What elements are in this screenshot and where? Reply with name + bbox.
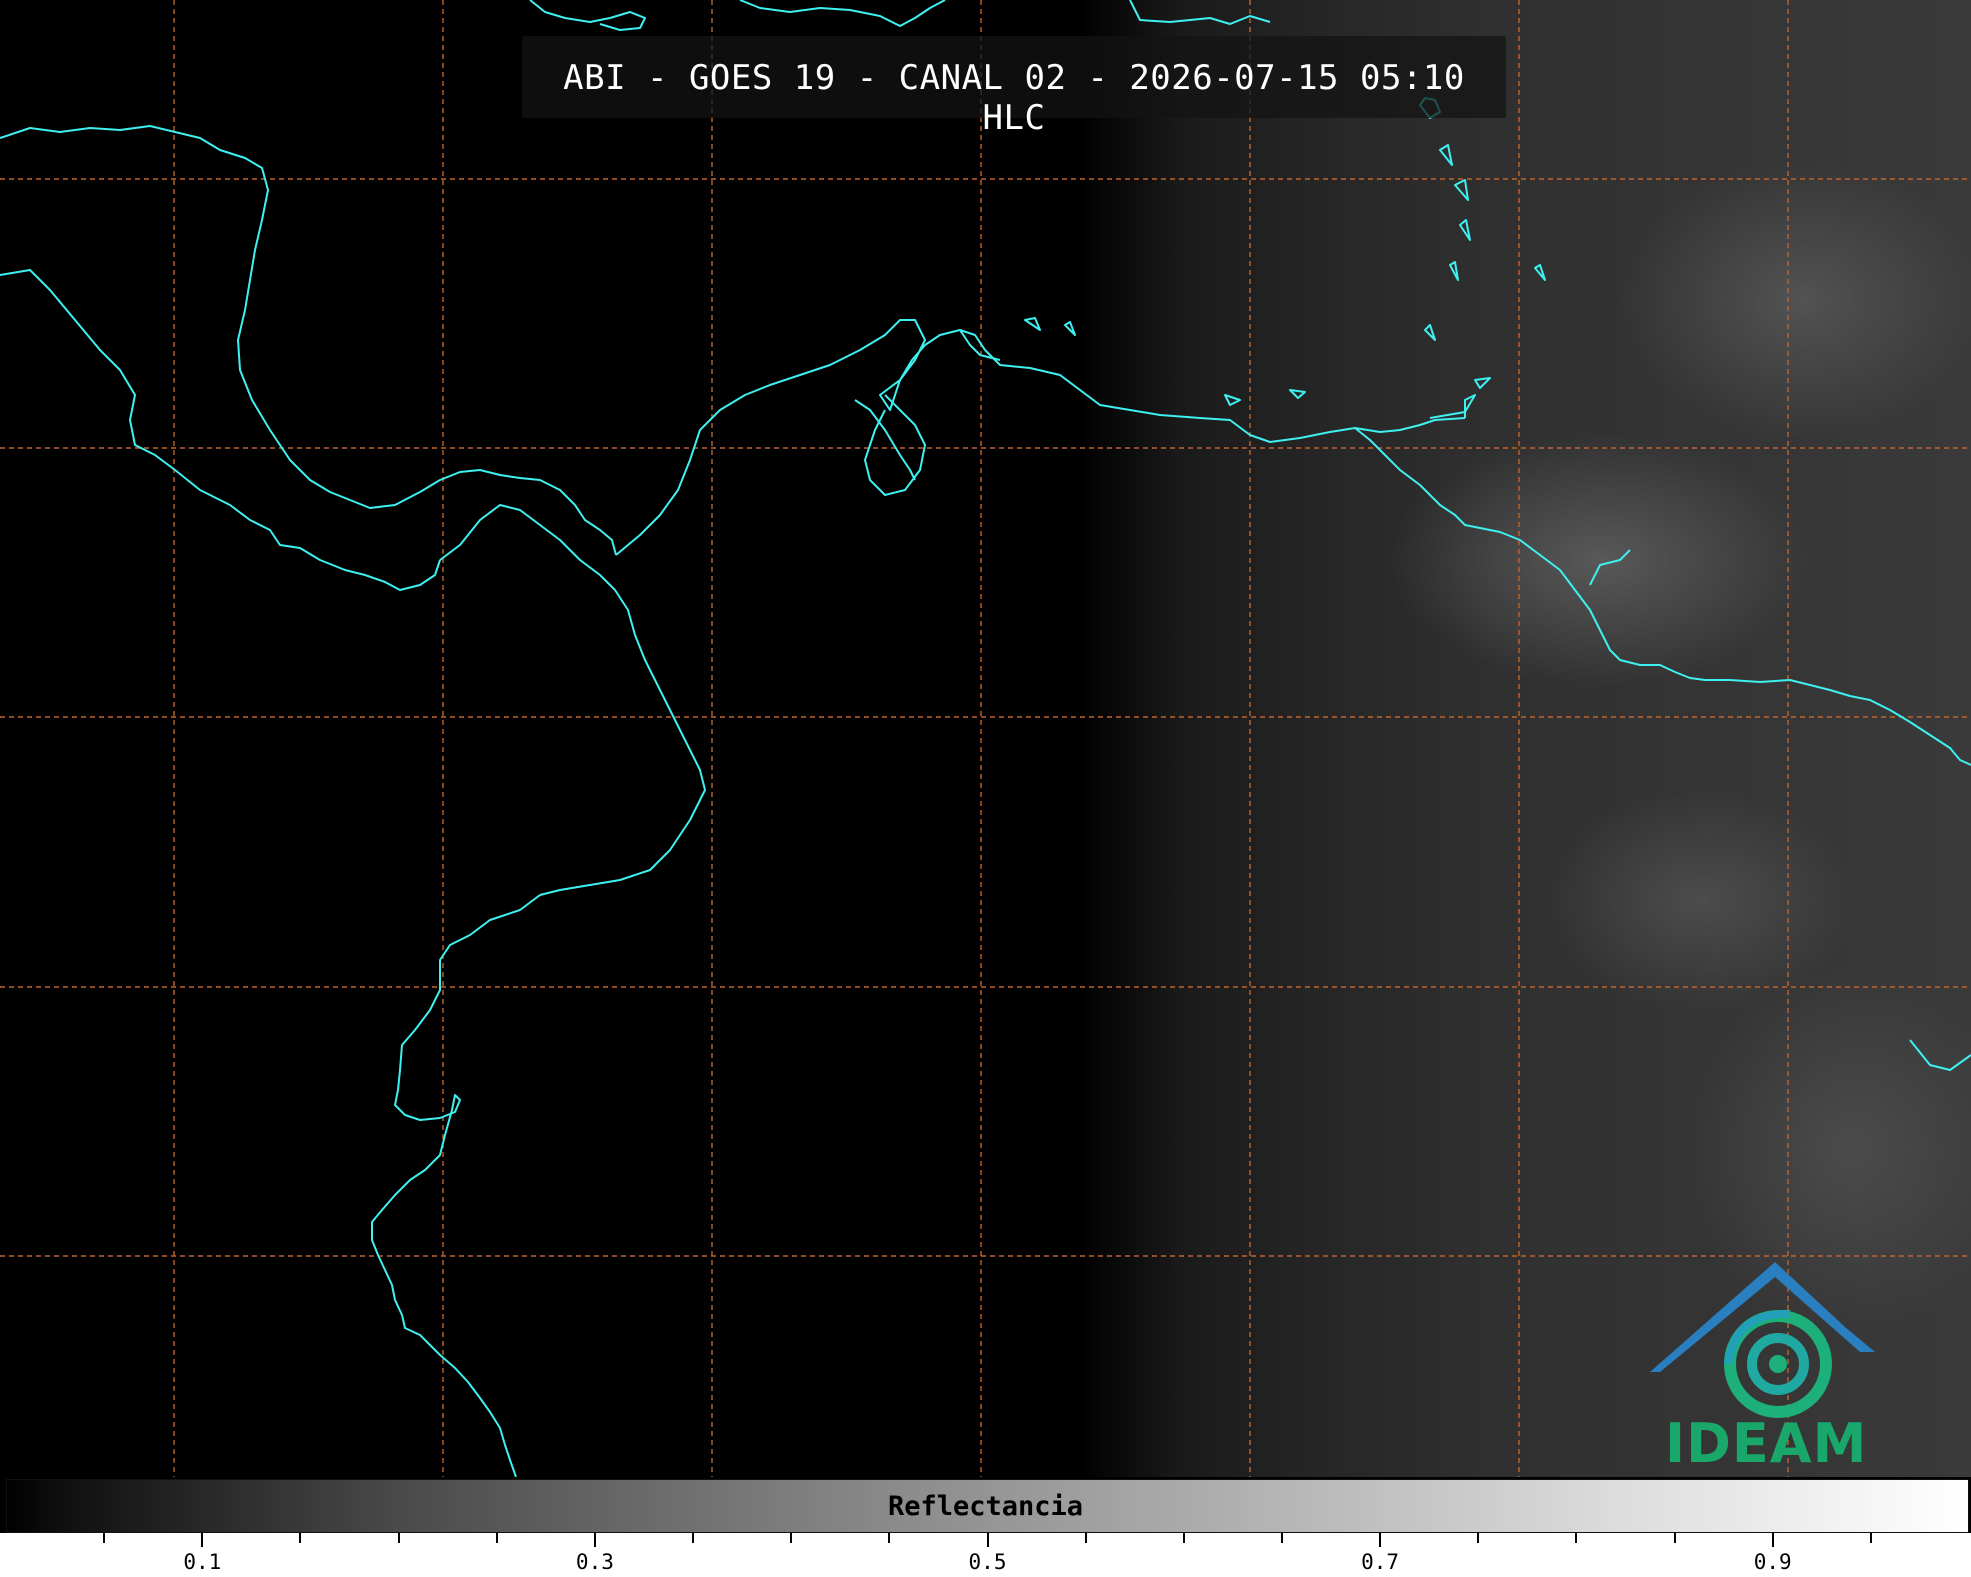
title-box: ABI - GOES 19 - CANAL 02 - 2026-07-15 05… — [522, 36, 1506, 138]
island — [1024, 317, 1041, 331]
colorbar-label: Reflectancia — [887, 1491, 1084, 1522]
coastline-trinidad — [1429, 394, 1476, 419]
colorbar-tick — [1771, 1533, 1774, 1547]
island — [1439, 144, 1453, 166]
colorbar-tick-label: 0.1 — [183, 1550, 222, 1574]
colorbar-tick — [1575, 1533, 1578, 1543]
colorbar-tick — [201, 1533, 204, 1547]
coastline-amazon-mouth — [1909, 1039, 1971, 1071]
colorbar-tick — [299, 1533, 302, 1543]
island — [1454, 179, 1469, 201]
coastline-cuba — [529, 0, 646, 31]
colorbar-tick — [1673, 1533, 1676, 1543]
logo-text: IDEAM — [1665, 1412, 1868, 1475]
colorbar-tick — [1379, 1533, 1382, 1547]
colorbar-tick — [495, 1533, 498, 1543]
colorbar-axis: 0.1 0.3 0.5 0.7 0.9 — [0, 1533, 1971, 1577]
coastline-puerto-rico — [1129, 0, 1271, 25]
colorbar-tick — [397, 1533, 400, 1543]
coastline-hispaniola — [739, 0, 946, 27]
colorbar-tick-label: 0.5 — [968, 1550, 1007, 1574]
island — [1459, 219, 1471, 241]
coastline-paraguana — [959, 329, 1001, 361]
colorbar-tick — [1477, 1533, 1480, 1543]
colorbar-tick — [593, 1533, 596, 1547]
colorbar-tick — [1182, 1533, 1185, 1543]
colorbar-tick — [1084, 1533, 1087, 1543]
coastline-pacific-central-america — [0, 269, 441, 591]
colorbar-tick — [1280, 1533, 1283, 1543]
colorbar-tick — [103, 1533, 106, 1543]
colorbar-tick — [790, 1533, 793, 1543]
colorbar-tick-label: 0.9 — [1753, 1550, 1792, 1574]
coastline-colombia-venezuela — [615, 319, 1466, 556]
island-curacao — [1224, 394, 1241, 406]
colorbar-tick-label: 0.7 — [1361, 1550, 1400, 1574]
colorbar-tick — [888, 1533, 891, 1543]
map-title: ABI - GOES 19 - CANAL 02 - 2026-07-15 05… — [563, 58, 1465, 138]
island — [1449, 261, 1459, 281]
island — [1534, 264, 1546, 281]
island-bonaire — [1289, 389, 1306, 399]
colorbar-tick-label: 0.3 — [575, 1550, 614, 1574]
colorbar-tick — [986, 1533, 989, 1547]
colorbar-tick — [1869, 1533, 1872, 1543]
island — [1424, 324, 1436, 341]
coastline-panama — [439, 504, 706, 896]
coastline-colombia-ecuador-pacific — [371, 894, 541, 1477]
colorbar-tick — [692, 1533, 695, 1543]
coastline-orinoco-delta — [1589, 549, 1631, 586]
island — [1474, 377, 1491, 389]
coastline-venezuela-guyana — [1354, 427, 1971, 766]
island — [1064, 321, 1076, 336]
